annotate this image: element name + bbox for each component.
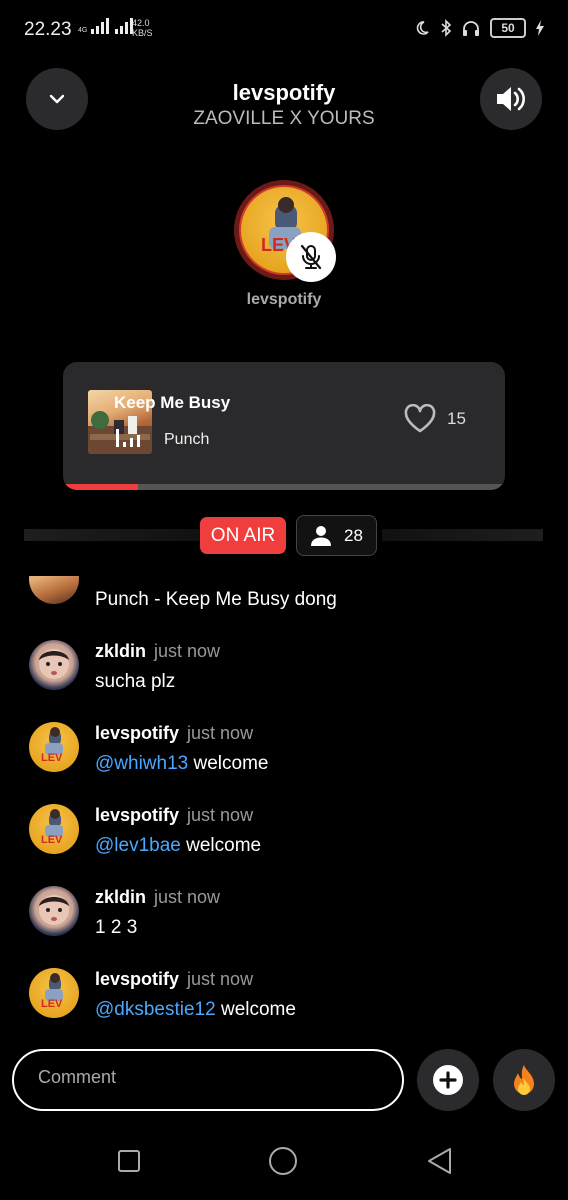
track-title: Keep Me Busy: [114, 393, 231, 412]
chat-avatar[interactable]: [29, 640, 79, 690]
chat-message-text: @dksbestie12 welcome: [95, 999, 296, 1021]
like-count: 15: [447, 409, 466, 428]
network-type: 4G: [78, 27, 88, 34]
moon-icon: [416, 21, 429, 35]
comment-input[interactable]: [38, 1067, 378, 1088]
chat-message-text: sucha plz: [95, 671, 176, 692]
chat-message-body: welcome: [180, 835, 262, 856]
back-button[interactable]: [424, 1146, 454, 1176]
chat-message-text: @lev1bae welcome: [95, 835, 261, 857]
circle-icon: [269, 1147, 297, 1175]
volume-button[interactable]: [480, 68, 542, 130]
on-air-badge: ON AIR: [200, 517, 286, 554]
chat-timestamp: just now: [154, 887, 221, 907]
status-bar: 22.23 4G 42.0 KB/S 50: [0, 0, 568, 60]
chat-message-text: @whiwh13 welcome: [95, 753, 268, 775]
fire-reaction-button[interactable]: [493, 1049, 555, 1111]
chat-avatar[interactable]: LEV: [29, 722, 79, 772]
chat-username[interactable]: zkldin just now: [95, 641, 220, 662]
square-icon: [118, 1150, 140, 1172]
chat-message-body: welcome: [188, 753, 269, 774]
chat-timestamp: just now: [187, 805, 254, 825]
chat-avatar[interactable]: [29, 576, 79, 604]
chat-username[interactable]: levspotify just now: [95, 805, 253, 826]
chat-message-text: Punch - Keep Me Busy dong: [95, 589, 337, 610]
heart-icon: [404, 404, 436, 433]
chat-timestamp: just now: [187, 723, 254, 743]
chat-username-text: levspotify: [95, 805, 180, 825]
speed-value: 42.0: [132, 18, 150, 28]
listener-count-button[interactable]: 28: [296, 515, 377, 556]
chat-message-body: welcome: [215, 999, 296, 1020]
track-progress-fill: [63, 484, 139, 490]
chat-username[interactable]: zkldin just now: [95, 887, 220, 908]
speaker-icon: [497, 87, 525, 111]
signal-indicator: 4G: [78, 18, 134, 34]
recent-apps-button[interactable]: [114, 1146, 144, 1176]
track-progress-bar: [63, 484, 505, 490]
chat-avatar[interactable]: [29, 886, 79, 936]
person-icon: [311, 525, 332, 546]
chat-username[interactable]: levspotify just now: [95, 723, 253, 744]
svg-text:LEV: LEV: [41, 834, 63, 846]
plus-circle-icon: [433, 1065, 463, 1095]
add-button[interactable]: [417, 1049, 479, 1111]
mic-muted-badge: [286, 232, 336, 282]
chat-feed[interactable]: Punch - Keep Me Busy dong zkldin just now…: [0, 576, 568, 1036]
listener-count: 28: [344, 525, 363, 545]
signal-bars-icon: [115, 18, 134, 34]
network-speed: 42.0 KB/S: [132, 18, 153, 38]
chat-username[interactable]: levspotify just now: [95, 969, 253, 990]
chat-mention[interactable]: @whiwh13: [95, 753, 188, 774]
comment-box[interactable]: [12, 1049, 404, 1111]
triangle-back-icon: [428, 1148, 451, 1174]
divider-right: [382, 529, 543, 541]
chat-mention[interactable]: @dksbestie12: [95, 999, 216, 1020]
chat-timestamp: just now: [187, 969, 254, 989]
signal-bars-icon: [91, 18, 110, 34]
headphones-icon: [463, 21, 479, 36]
home-button[interactable]: [268, 1146, 298, 1176]
chat-username-text: zkldin: [95, 641, 147, 661]
chat-avatar[interactable]: LEV: [29, 968, 79, 1018]
speed-unit: KB/S: [132, 28, 153, 38]
clock: 22.23: [24, 19, 72, 40]
chat-username-text: zkldin: [95, 887, 147, 907]
charging-icon: [536, 20, 544, 36]
track-artist: Punch: [164, 431, 210, 448]
svg-text:LEV: LEV: [41, 752, 63, 764]
equalizer-icon: [116, 429, 140, 447]
divider-left: [24, 529, 200, 541]
host-speaker[interactable]: LEV: [234, 180, 336, 282]
status-icons: 50: [414, 18, 544, 38]
chat-username-text: levspotify: [95, 969, 180, 989]
battery-icon: 50: [490, 18, 526, 38]
now-playing-card[interactable]: 15: [63, 362, 505, 490]
fire-icon: [514, 1065, 534, 1095]
chat-message-text: 1 2 3: [95, 917, 138, 938]
chat-mention[interactable]: @lev1bae: [95, 835, 181, 856]
chat-username-text: levspotify: [95, 723, 180, 743]
mic-off-icon: [300, 244, 322, 270]
like-button[interactable]: 15: [403, 404, 466, 434]
chat-avatar[interactable]: LEV: [29, 804, 79, 854]
host-label: levspotify: [246, 291, 322, 308]
chat-timestamp: just now: [154, 641, 221, 661]
svg-text:LEV: LEV: [41, 998, 63, 1010]
bluetooth-icon: [441, 19, 452, 37]
